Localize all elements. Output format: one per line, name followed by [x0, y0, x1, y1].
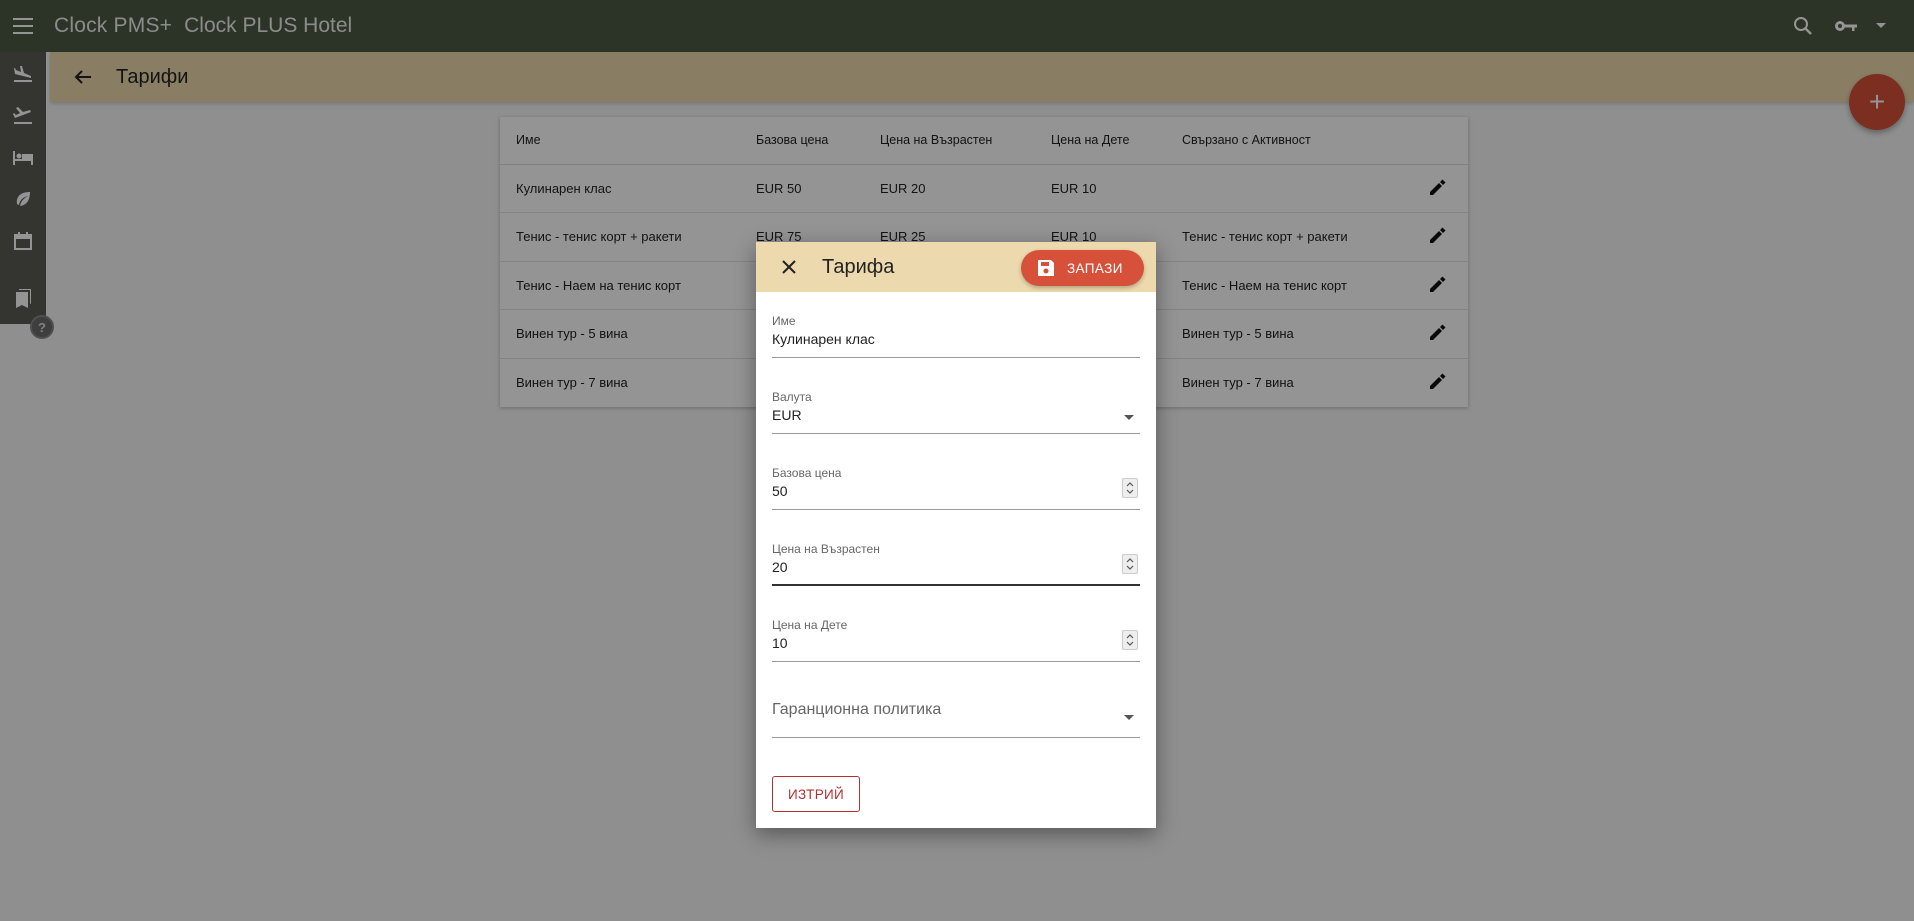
base-price-stepper[interactable] [1122, 478, 1138, 498]
base-price-label: Базова цена [772, 466, 842, 480]
child-price-value[interactable]: 10 [772, 635, 788, 651]
child-price-stepper[interactable] [1122, 630, 1138, 650]
guarantee-policy-placeholder[interactable]: Гаранционна политика [772, 701, 941, 719]
name-field-label: Име [772, 314, 796, 328]
save-icon [1037, 259, 1055, 277]
save-button-label: ЗАПАЗИ [1067, 260, 1123, 276]
rate-dialog: Тарифа ЗАПАЗИ Име Кулинарен клас Валута … [756, 242, 1156, 828]
adult-price-label: Цена на Възрастен [772, 542, 880, 556]
close-icon[interactable] [756, 242, 822, 292]
currency-label: Валута [772, 390, 812, 404]
base-price-field[interactable]: Базова цена 50 [772, 456, 1140, 510]
save-button[interactable]: ЗАПАЗИ [1021, 250, 1144, 286]
dialog-title: Тарифа [822, 255, 895, 278]
chevron-down-icon[interactable] [1124, 708, 1134, 726]
name-field-value[interactable]: Кулинарен клас [772, 331, 875, 347]
base-price-value[interactable]: 50 [772, 483, 788, 499]
child-price-label: Цена на Дете [772, 618, 848, 632]
delete-button[interactable]: ИЗТРИЙ [772, 776, 860, 812]
name-field[interactable]: Име Кулинарен клас [772, 304, 1140, 358]
chevron-down-icon[interactable] [1124, 408, 1134, 426]
currency-value[interactable]: EUR [772, 407, 802, 423]
adult-price-field[interactable]: Цена на Възрастен 20 [772, 532, 1140, 586]
dialog-header: Тарифа ЗАПАЗИ [756, 242, 1156, 292]
currency-select[interactable]: Валута EUR [772, 380, 1140, 434]
adult-price-value[interactable]: 20 [772, 559, 788, 575]
child-price-field[interactable]: Цена на Дете 10 [772, 608, 1140, 662]
adult-price-stepper[interactable] [1122, 554, 1138, 574]
guarantee-policy-select[interactable]: Гаранционна политика [772, 684, 1140, 738]
